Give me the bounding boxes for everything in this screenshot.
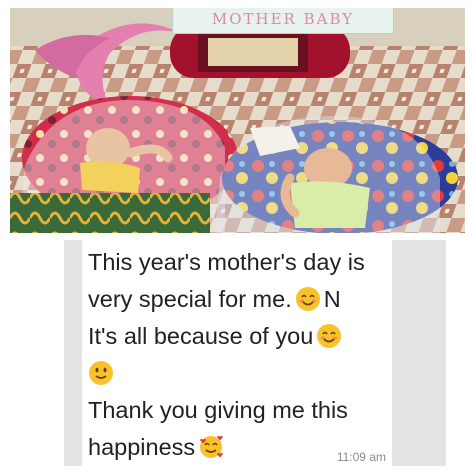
message-line-2-suffix: N [323,286,341,312]
message-line-3: It's all because of you [88,318,388,355]
smiling-face-with-smiling-eyes-icon [316,323,342,349]
message-text: This year's mother's day is very special… [88,244,388,466]
message-line-6-text: happiness [88,434,196,460]
message-line-1-text: This year's mother's day is [88,249,365,275]
message-line-5: Thank you giving me this [88,392,388,429]
message-line-2-text: very special for me. [88,286,292,312]
smiling-face-with-hearts-icon [198,434,224,460]
message-line-5-text: Thank you giving me this [88,397,348,423]
message-line-4 [88,355,388,392]
message-line-2: very special for me. N [88,281,388,318]
slightly-smiling-face-icon [88,360,114,386]
smiling-face-with-smiling-eyes-icon [295,286,321,312]
photo-banner: MOTHER BABY [172,8,394,34]
message-timestamp: 11:09 am [336,450,386,464]
photo-scene [10,8,465,233]
chat-right-gutter [392,240,446,466]
chat-left-gutter [64,240,82,466]
babies-photo: MOTHER BABY [10,8,465,233]
message-line-3-text: It's all because of you [88,323,314,349]
message-line-1: This year's mother's day is [88,244,388,281]
